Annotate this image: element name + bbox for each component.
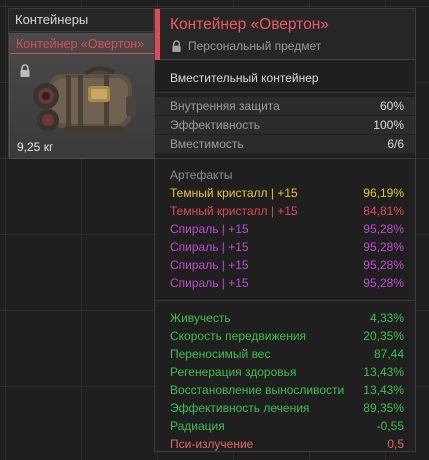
artifact-row: Спираль | +15 95,28%	[155, 274, 415, 292]
effect-value: -0,55	[376, 419, 404, 433]
effect-name: Радиация	[170, 419, 225, 433]
artifact-name: Спираль | +15	[170, 222, 249, 236]
tooltip-title: Контейнер «Овертон»	[170, 16, 329, 33]
tooltip-accent-bar	[155, 9, 160, 60]
effect-name: Восстановление выносливости	[170, 383, 345, 397]
artifact-row: Темный кристалл | +15 84,81%	[155, 202, 415, 220]
property-value: 6/6	[387, 137, 404, 151]
item-slot-name-underline	[10, 53, 156, 54]
effect-row: Восстановление выносливости 13,43%	[155, 381, 415, 399]
tooltip-subtitle: Персональный предмет	[188, 39, 322, 53]
tooltip-description: Вместительный контейнер	[155, 60, 415, 93]
lock-icon	[171, 40, 182, 58]
artifact-durability: 95,28%	[363, 240, 404, 254]
artifact-name: Темный кристалл | +15	[170, 186, 298, 200]
effect-row: Радиация -0,55	[155, 417, 415, 435]
effects-section: Живучесть 4,33% Скорость передвижения 20…	[155, 301, 415, 453]
property-row: Вместимость 6/6	[155, 135, 415, 153]
containers-panel-header: Контейнеры	[9, 9, 153, 32]
property-label: Эффективность	[170, 118, 261, 132]
artifact-name: Спираль | +15	[170, 240, 249, 254]
property-label: Внутренняя защита	[170, 99, 280, 113]
artifact-row: Спираль | +15 95,28%	[155, 238, 415, 256]
artifact-durability: 95,28%	[363, 276, 404, 290]
artifact-durability: 96,19%	[363, 186, 404, 200]
item-tooltip: Контейнер «Овертон» Персональный предмет…	[154, 8, 416, 452]
artifacts-section: Артефакты Темный кристалл | +15 96,19% Т…	[155, 159, 415, 301]
effect-value: 4,33%	[369, 311, 404, 325]
effect-name: Живучесть	[170, 311, 231, 325]
effect-row: Скорость передвижения 20,35%	[155, 327, 415, 345]
effect-value: 13,43%	[363, 365, 404, 379]
artifact-durability: 84,81%	[363, 204, 404, 218]
artifact-name: Темный кристалл | +15	[170, 204, 298, 218]
effect-name: Переносимый вес	[170, 347, 271, 361]
tooltip-header: Контейнер «Овертон» Персональный предмет	[155, 9, 415, 60]
container-item-image	[26, 66, 144, 151]
effect-name: Эффективность лечения	[170, 401, 310, 415]
effect-name: Пси-излучение	[170, 437, 254, 451]
artifact-row: Спираль | +15 95,28%	[155, 220, 415, 238]
effect-name: Регенерация здоровья	[170, 365, 297, 379]
containers-panel: Контейнеры Контейнер «Овертон» 9,25 кг	[8, 8, 156, 159]
artifacts-heading: Артефакты	[170, 168, 233, 182]
effect-value: 13,43%	[363, 383, 404, 397]
artifact-name: Спираль | +15	[170, 258, 249, 272]
artifact-durability: 95,28%	[363, 258, 404, 272]
artifact-name: Спираль | +15	[170, 276, 249, 290]
item-weight: 9,25 кг	[17, 140, 54, 154]
effect-row: Регенерация здоровья 13,43%	[155, 363, 415, 381]
effect-value: 87,44	[373, 347, 404, 361]
property-row: Эффективность 100%	[155, 116, 415, 134]
effect-row: Пси-излучение 0,5	[155, 435, 415, 453]
artifact-row: Спираль | +15 95,28%	[155, 256, 415, 274]
effect-row: Живучесть 4,33%	[155, 309, 415, 327]
artifact-row: Темный кристалл | +15 96,19%	[155, 184, 415, 202]
effect-row: Переносимый вес 87,44	[155, 345, 415, 363]
effect-name: Скорость передвижения	[170, 329, 307, 343]
property-label: Вместимость	[170, 137, 244, 151]
property-value: 100%	[373, 118, 404, 132]
effect-value: 89,35%	[363, 401, 404, 415]
effect-value: 20,35%	[363, 329, 404, 343]
property-value: 60%	[379, 99, 404, 113]
properties-section: Внутренняя защита 60% Эффективность 100%…	[155, 93, 415, 159]
property-row: Внутренняя защита 60%	[155, 97, 415, 115]
item-slot-name: Контейнер «Овертон»	[16, 37, 145, 51]
container-item-slot[interactable]: Контейнер «Овертон» 9,25 кг	[9, 33, 156, 159]
effect-value: 0,5	[387, 437, 404, 451]
effect-row: Эффективность лечения 89,35%	[155, 399, 415, 417]
artifact-durability: 95,28%	[363, 222, 404, 236]
